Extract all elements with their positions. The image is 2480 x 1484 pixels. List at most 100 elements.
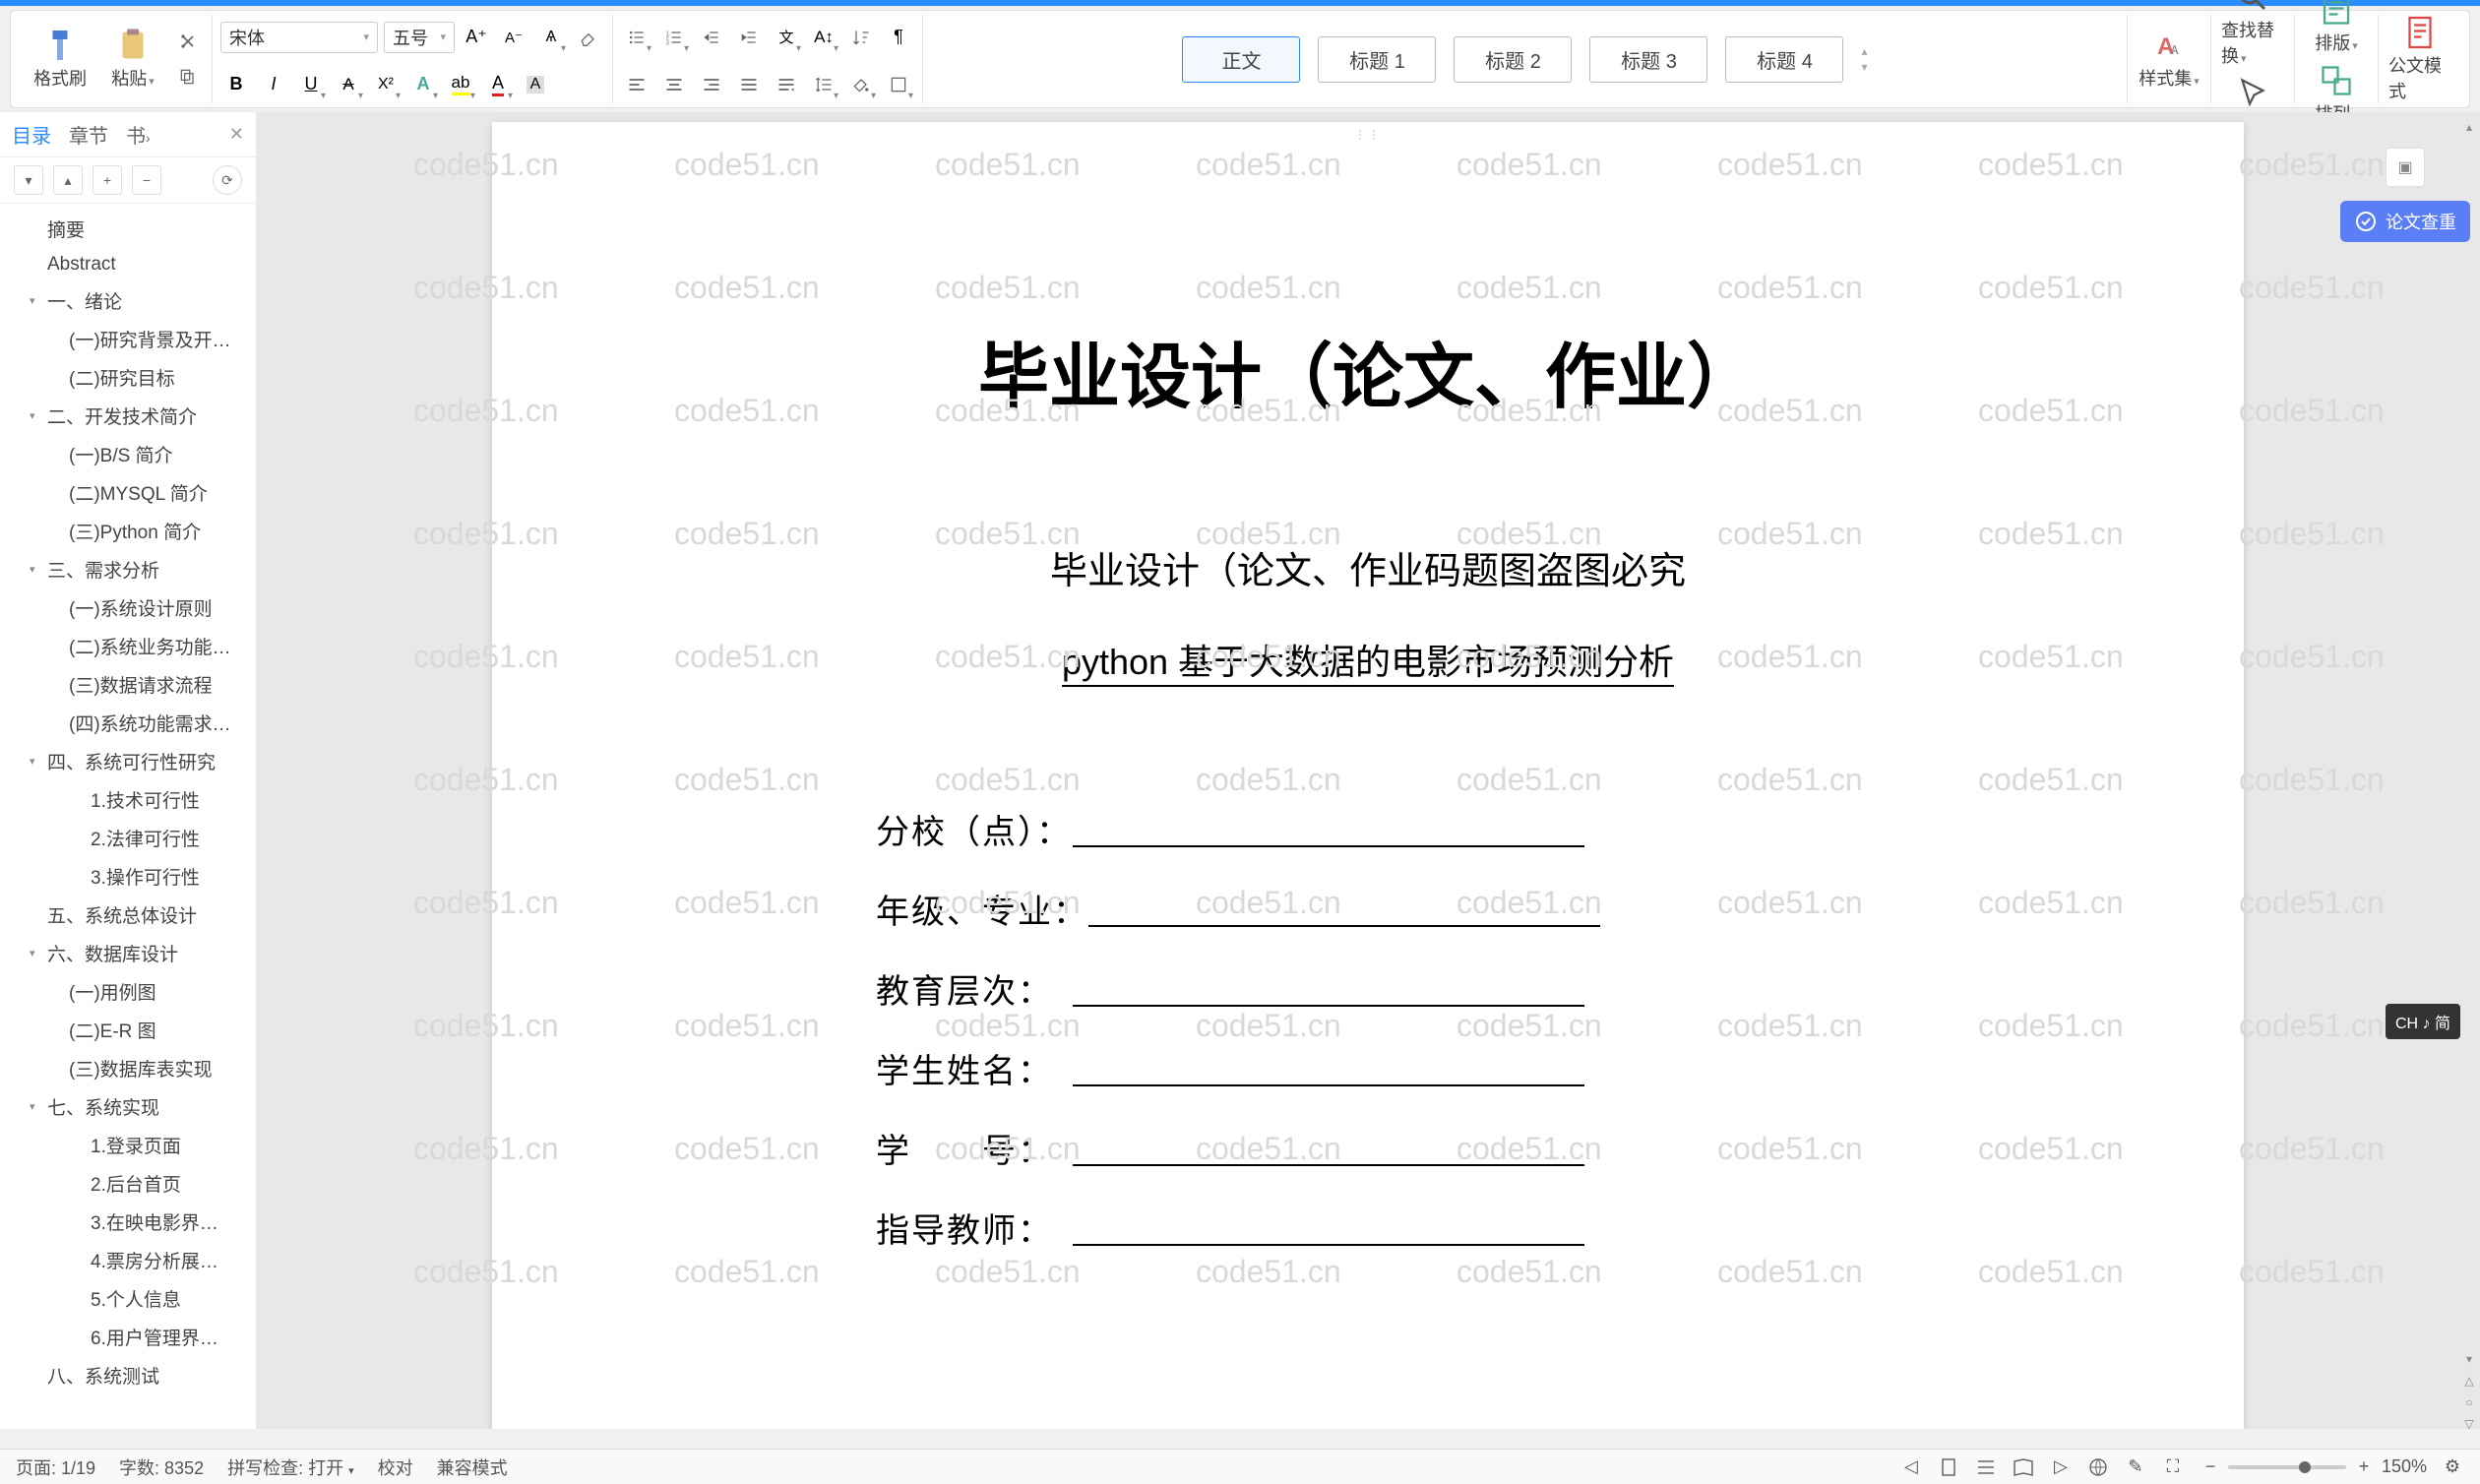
tree-item[interactable]: (二)MYSQL 简介 [0,473,256,512]
tree-item[interactable]: (二)研究目标 [0,358,256,397]
tree-item[interactable]: ▾一、绪论 [0,281,256,320]
play-button[interactable]: ▷ [2049,1455,2073,1479]
scroll-up-button[interactable]: ▴ [2460,120,2478,138]
view-print-button[interactable] [1937,1455,1960,1479]
tree-item[interactable]: (一)用例图 [0,972,256,1011]
globe-button[interactable] [2086,1455,2110,1479]
tree-item[interactable]: (三)数据库表实现 [0,1049,256,1087]
increase-font-button[interactable]: A⁺ [461,22,492,53]
underline-button[interactable]: U [295,69,327,100]
nav-refresh-button[interactable]: ⟳ [213,165,242,195]
align-left-button[interactable] [621,69,652,100]
compat-mode-status[interactable]: 兼容模式 [437,1454,508,1480]
numbering-button[interactable]: 123 [658,22,690,53]
tree-item[interactable]: ▾七、系统实现 [0,1087,256,1126]
tree-item[interactable]: (三)数据请求流程 [0,665,256,704]
find-replace-button[interactable]: 查找替换 [2219,0,2286,72]
style-h2[interactable]: 标题 2 [1454,36,1572,83]
tree-item[interactable]: 1.登录页面 [0,1126,256,1164]
tree-item[interactable]: ▾六、数据库设计 [0,934,256,972]
view-outline-button[interactable] [1974,1455,1998,1479]
fullscreen-button[interactable]: ⛶ [2161,1455,2185,1479]
nav-expand-button[interactable]: ▾ [14,165,43,195]
page-down-button[interactable]: ▽ [2460,1417,2478,1435]
show-marks-button[interactable]: ¶ [883,22,914,53]
ruby-button[interactable]: 文 [771,22,802,53]
tree-toggle-icon[interactable]: ▾ [30,947,47,959]
page-indicator[interactable]: 页面: 1/19 [16,1454,95,1480]
page-up-button[interactable]: △ [2460,1374,2478,1391]
document-viewport[interactable]: ⋮⋮ code51.cncode51.cncode51.cncode51.cnc… [256,112,2480,1429]
decrease-indent-button[interactable] [696,22,727,53]
tree-item[interactable]: (二)系统业务功能… [0,627,256,665]
tree-item[interactable]: 1.技术可行性 [0,780,256,819]
tree-item[interactable]: 八、系统测试 [0,1356,256,1394]
tree-item[interactable]: 2.后台首页 [0,1164,256,1203]
paste-button[interactable]: 粘贴 [99,24,166,94]
text-direction-button[interactable]: A↕ [808,22,839,53]
word-count[interactable]: 字数: 8352 [119,1454,204,1480]
page-handle-icon[interactable]: ⋮⋮ [1354,128,1382,142]
zoom-slider[interactable] [2228,1465,2346,1469]
style-set-button[interactable]: Aᴀ 样式集 [2136,24,2202,94]
tree-item[interactable]: ▾三、需求分析 [0,550,256,588]
layout-button[interactable]: 排版 [2303,0,2370,59]
tree-item[interactable]: ▾二、开发技术简介 [0,397,256,435]
tree-item[interactable]: (二)E-R 图 [0,1011,256,1049]
tree-item[interactable]: 2.法律可行性 [0,819,256,857]
tree-item[interactable]: (一)研究背景及开… [0,320,256,358]
scroll-down-button[interactable]: ▾ [2460,1352,2478,1370]
format-painter-button[interactable]: 格式刷 [27,24,93,94]
tree-item[interactable]: 3.在映电影界… [0,1203,256,1241]
font-size-select[interactable]: 五号▾ [384,22,455,53]
spellcheck-status[interactable]: 拼写检查: 打开 ▾ [227,1454,354,1480]
align-justify-button[interactable] [733,69,765,100]
bullets-button[interactable] [621,22,652,53]
dock-collapse-button[interactable]: ▣ [2386,148,2425,187]
copy-button[interactable] [172,61,204,93]
official-mode-button[interactable]: 公文模式 [2387,11,2453,107]
tree-item[interactable]: 3.操作可行性 [0,857,256,896]
ime-indicator[interactable]: CH ♪ 简 [2386,1004,2460,1039]
zoom-value[interactable]: 150% [2382,1456,2427,1477]
page-marker-button[interactable]: ○ [2460,1395,2478,1413]
zoom-in-button[interactable]: + [2352,1455,2376,1479]
align-right-button[interactable] [696,69,727,100]
tree-toggle-icon[interactable]: ▾ [30,409,47,422]
style-h1[interactable]: 标题 1 [1318,36,1436,83]
borders-button[interactable] [883,69,914,100]
tree-toggle-icon[interactable]: ▾ [30,1100,47,1113]
style-h4[interactable]: 标题 4 [1725,36,1843,83]
line-spacing-button[interactable] [808,69,839,100]
tree-item[interactable]: 五、系统总体设计 [0,896,256,934]
style-gallery-scroll[interactable]: ▴▾ [1861,44,1867,74]
align-center-button[interactable] [658,69,690,100]
change-case-button[interactable]: Ѧ [535,22,567,53]
style-h3[interactable]: 标题 3 [1589,36,1707,83]
prev-page-button[interactable]: ◁ [1899,1455,1923,1479]
distribute-button[interactable] [771,69,802,100]
font-color-button[interactable]: A [482,69,514,100]
tree-item[interactable]: (三)Python 简介 [0,512,256,550]
tree-item[interactable]: 4.票房分析展… [0,1241,256,1279]
style-body[interactable]: 正文 [1182,36,1300,83]
tree-item[interactable]: (一)系统设计原则 [0,588,256,627]
tree-toggle-icon[interactable]: ▾ [30,563,47,576]
italic-button[interactable]: I [258,69,289,100]
decrease-font-button[interactable]: A⁻ [498,22,529,53]
tree-item[interactable]: (一)B/S 简介 [0,435,256,473]
sort-button[interactable] [845,22,877,53]
text-effect-button[interactable]: A [407,69,439,100]
highlight-button[interactable]: ab [445,69,476,100]
increase-indent-button[interactable] [733,22,765,53]
tree-item[interactable]: 摘要 [0,210,256,248]
tree-toggle-icon[interactable]: ▾ [30,294,47,307]
nav-remove-button[interactable]: − [132,165,161,195]
font-family-select[interactable]: 宋体▾ [220,22,378,53]
tab-toc[interactable]: 目录 [12,120,51,149]
tree-item[interactable]: 6.用户管理界… [0,1318,256,1356]
bold-button[interactable]: B [220,69,252,100]
tab-bookmarks[interactable]: 书› [126,120,151,149]
nav-close-button[interactable]: ✕ [229,124,244,145]
settings-button[interactable]: ⚙ [2441,1455,2464,1479]
